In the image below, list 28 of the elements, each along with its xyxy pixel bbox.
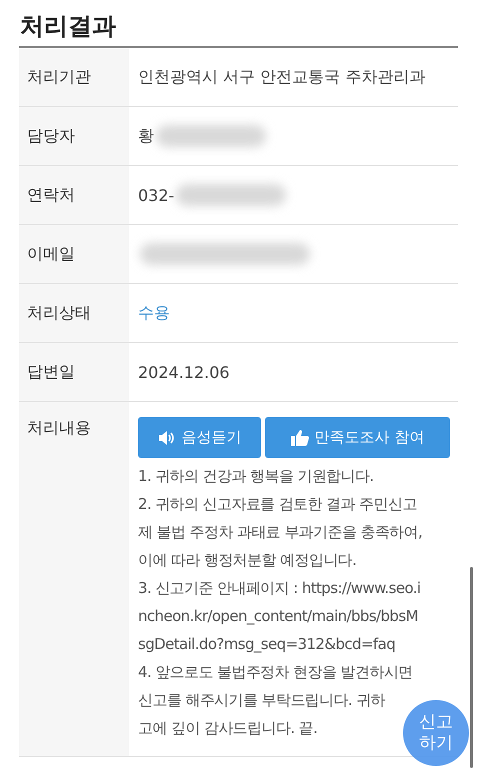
listen-button[interactable]: 음성듣기 <box>138 417 261 458</box>
field-value: 2024.12.06 <box>138 362 230 382</box>
field-label: 담당자 <box>27 126 75 146</box>
field-label: 연락처 <box>27 184 75 206</box>
answer-line: 4. 앞으로도 불법주정차 현장을 발견하시면 <box>138 663 413 681</box>
page-title: 처리결과 <box>19 11 117 42</box>
answer-line: ncheon.kr/open_content/main/bbs/bbsM <box>138 607 418 625</box>
answer-line: 이에 따라 행정처분할 예정입니다. <box>138 551 356 569</box>
field-label: 처리기관 <box>27 66 91 88</box>
field-label: 답변일 <box>27 362 75 382</box>
field-label: 이메일 <box>27 244 75 264</box>
field-value: 황 <box>138 126 154 146</box>
thumbs-up-icon <box>290 429 309 446</box>
field-value: 인천광역시 서구 안전교통국 주차관리과 <box>138 66 426 88</box>
report-button[interactable]: 신고 하기 <box>403 700 469 766</box>
speaker-icon <box>158 430 176 446</box>
answer-line: 고에 깊이 감사드립니다. 끝. <box>138 719 318 737</box>
answer-line: 2. 귀하의 신고자료를 검토한 결과 주민신고 <box>138 495 417 513</box>
status-value: 수용 <box>138 302 170 324</box>
answer-line: 1. 귀하의 건강과 행복을 기원합니다. <box>138 467 374 485</box>
field-value: 032- <box>138 186 174 204</box>
survey-button[interactable]: 만족도조사 참여 <box>265 417 450 458</box>
field-label: 처리상태 <box>27 302 91 324</box>
answer-line: sgDetail.do?msg_seq=312&bcd=faq <box>138 635 396 653</box>
answer-line: 신고를 해주시기를 부탁드립니다. 귀하 <box>138 691 386 709</box>
answer-line: 제 불법 주정차 과태료 부과기준을 충족하여, <box>138 523 422 541</box>
answer-line: 3. 신고기준 안내페이지 : https://www.seo.i <box>138 579 420 597</box>
field-label: 처리내용 <box>27 418 91 439</box>
